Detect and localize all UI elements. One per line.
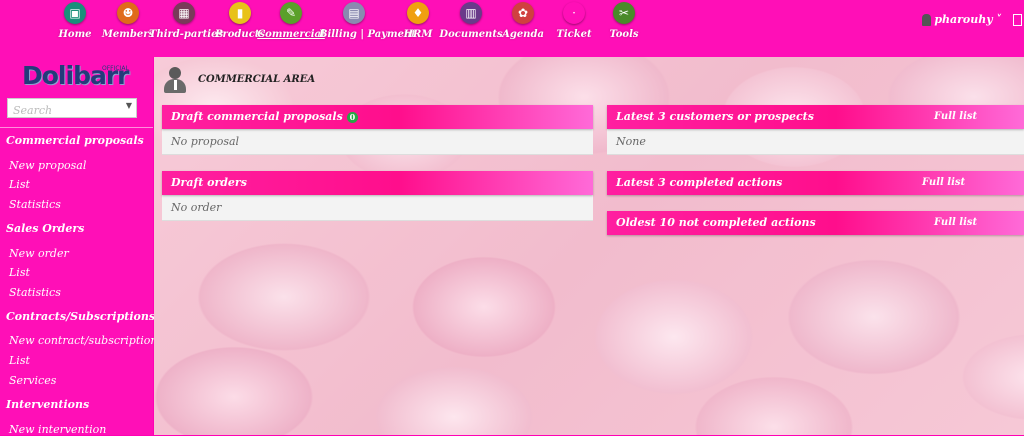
chevron-down-icon[interactable]: ▼ xyxy=(126,101,132,110)
agenda-icon: ✿ xyxy=(512,2,534,24)
sidebar-item-statistics[interactable]: Statistics xyxy=(9,198,61,211)
draft-proposals-empty: No proposal xyxy=(162,129,593,155)
sidebar-item-new-contract-subscription[interactable]: New contract/subscription xyxy=(9,334,157,347)
search-box[interactable]: ▼ xyxy=(7,98,137,120)
user-menu[interactable]: pharouhy ˅ xyxy=(922,13,1002,26)
divider xyxy=(0,127,153,128)
latest-customers-header: Latest 3 customers or prospects Full lis… xyxy=(607,105,1024,129)
page-title: COMMERCIAL AREA xyxy=(198,73,316,85)
completed-actions-full-list-link[interactable]: Full list xyxy=(922,171,965,195)
sidebar-item-list[interactable]: List xyxy=(9,266,30,279)
sidebar-item-new-proposal[interactable]: New proposal xyxy=(9,159,86,172)
third-parties-icon: ▦ xyxy=(173,2,195,24)
sidebar-item-statistics[interactable]: Statistics xyxy=(9,286,61,299)
left-sidebar: Dolibarr OFFICIAL ▼ Commercial proposals… xyxy=(0,57,157,436)
ticket-icon: · xyxy=(563,2,585,24)
menu-commercial[interactable]: ✎ Commercial xyxy=(256,2,326,40)
sidebar-section-sales-orders[interactable]: Sales Orders xyxy=(6,222,84,235)
tools-icon: ✂ xyxy=(613,2,635,24)
menu-tools[interactable]: ✂ Tools xyxy=(589,2,659,40)
not-completed-actions-header: Oldest 10 not completed actions Full lis… xyxy=(607,211,1024,235)
sidebar-item-list[interactable]: List xyxy=(9,178,30,191)
not-completed-actions-title: Oldest 10 not completed actions xyxy=(616,216,816,229)
latest-customers-title: Latest 3 customers or prospects xyxy=(616,110,814,123)
draft-orders-title: Draft orders xyxy=(171,176,247,189)
draft-orders-header[interactable]: Draft orders xyxy=(162,171,593,195)
sidebar-item-services[interactable]: Services xyxy=(9,374,56,387)
count-badge: 0 xyxy=(346,111,359,123)
sidebar-section-commercial-proposals[interactable]: Commercial proposals xyxy=(6,134,144,147)
commercial-icon: ✎ xyxy=(280,2,302,24)
menu-label: Commercial xyxy=(257,29,325,40)
draft-orders-empty: No order xyxy=(162,195,593,221)
draft-orders-box: Draft orders No order xyxy=(162,171,593,221)
sidebar-section-interventions[interactable]: Interventions xyxy=(6,398,89,411)
members-icon: ☻ xyxy=(117,2,139,24)
user-avatar-icon xyxy=(922,14,932,26)
area-header: COMMERCIAL AREA xyxy=(162,63,315,95)
menu-label: Billing | Payment xyxy=(319,29,416,40)
hrm-icon: ♦ xyxy=(407,2,429,24)
documents-icon: ▥ xyxy=(460,2,482,24)
latest-customers-empty: None xyxy=(607,129,1024,155)
commercial-user-icon xyxy=(162,64,188,94)
window-icon[interactable] xyxy=(1013,14,1022,26)
search-input[interactable] xyxy=(8,101,113,120)
user-name: pharouhy xyxy=(934,13,993,26)
draft-proposals-header[interactable]: Draft commercial proposals 0 xyxy=(162,105,593,129)
sidebar-section-contracts-subscriptions[interactable]: Contracts/Subscriptions xyxy=(6,310,155,323)
sidebar-item-list[interactable]: List xyxy=(9,354,30,367)
completed-actions-box: Latest 3 completed actions Full list xyxy=(607,171,1024,195)
draft-proposals-title: Draft commercial proposals xyxy=(171,110,343,123)
completed-actions-title: Latest 3 completed actions xyxy=(616,176,783,189)
not-completed-actions-box: Oldest 10 not completed actions Full lis… xyxy=(607,211,1024,235)
sidebar-item-new-intervention[interactable]: New intervention xyxy=(9,423,106,436)
latest-customers-full-list-link[interactable]: Full list xyxy=(934,105,977,129)
menu-label: Tools xyxy=(609,29,639,40)
main-content: COMMERCIAL AREA Draft commercial proposa… xyxy=(154,57,1024,435)
not-completed-actions-full-list-link[interactable]: Full list xyxy=(934,211,977,235)
menu-billing-payment[interactable]: ▤ Billing | Payment xyxy=(319,2,416,40)
home-icon: ▣ xyxy=(64,2,86,24)
billing-icon: ▤ xyxy=(343,2,365,24)
logo-subtitle: OFFICIAL xyxy=(102,65,129,72)
completed-actions-header: Latest 3 completed actions Full list xyxy=(607,171,1024,195)
sidebar-item-new-order[interactable]: New order xyxy=(9,247,69,260)
latest-customers-box: Latest 3 customers or prospects Full lis… xyxy=(607,105,1024,155)
products-icon: ▮ xyxy=(229,2,251,24)
draft-proposals-box: Draft commercial proposals 0 No proposal xyxy=(162,105,593,155)
